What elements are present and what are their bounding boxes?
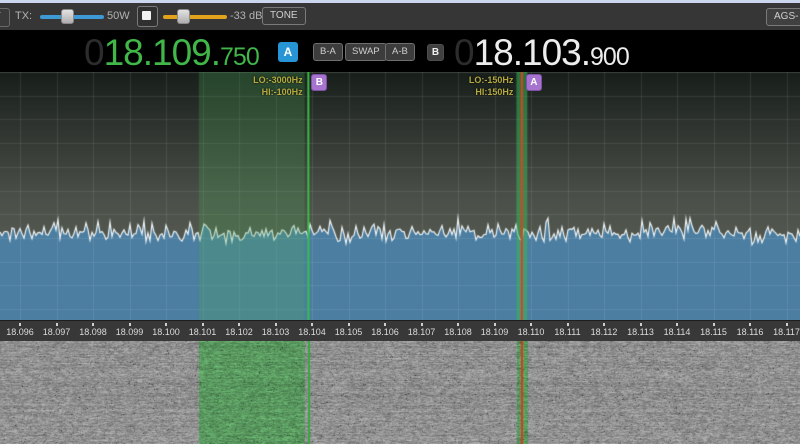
scale-tick [640,323,642,326]
b-to-a-button[interactable]: B-A [313,43,343,61]
spectrum-display: LO:-3000Hz HI:-100Hz B LO:-150Hz HI:150H… [0,72,800,320]
scale-tick [275,323,277,326]
ags-button[interactable]: AGS- [766,8,800,26]
vfo-b-leading-zero: 0 [454,32,474,74]
scale-tick [713,323,715,326]
vfo-b-button[interactable]: B [427,44,444,61]
scale-label: 18.103 [262,327,290,337]
vfo-a-minor-digits: 750 [220,43,259,72]
scale-label: 18.106 [371,327,399,337]
vfo-b-minor-digits: 900 [590,43,629,72]
scale-tick [421,323,423,326]
vfo-a-leading-zero: 0 [84,32,104,74]
scale-label: 18.105 [335,327,363,337]
scale-tick [56,323,58,326]
scale-label: 18.100 [152,327,180,337]
scale-label: 18.114 [664,327,691,337]
vfo-b-display[interactable]: 0 18.103. 900 [454,32,629,74]
scale-tick [530,323,532,326]
scale-label: 18.113 [627,327,654,337]
scale-tick [603,323,605,326]
tx-label: TX: [15,3,32,30]
scale-tick [238,323,240,326]
waterfall-canvas[interactable] [0,341,800,444]
scale-label: 18.102 [225,327,253,337]
tx-power-slider-handle[interactable] [61,9,74,24]
clipped-button[interactable]: ✓ [0,8,10,27]
scale-tick [19,323,21,326]
vfo-b-main-digits: 18.103. [474,32,590,74]
vfo-b-filter-lo-label: LO:-3000Hz [203,74,303,86]
scale-tick [457,323,459,326]
scale-label: 18.104 [298,327,326,337]
scale-label: 18.097 [43,327,71,337]
scale-tick [567,323,569,326]
tx-power-slider[interactable] [40,3,104,30]
scale-label: 18.110 [518,327,545,337]
scale-tick [676,323,678,326]
frequency-scale[interactable]: 18.09518.09618.09718.09818.09918.10018.1… [0,320,800,341]
gain-slider-track[interactable] [163,15,227,19]
vfo-a-main-digits: 18.109. [104,32,220,74]
tx-power-value: 50W [107,3,130,30]
vfo-a-badge[interactable]: A [278,42,298,62]
spectrum-canvas[interactable] [0,72,800,320]
vfo-a-filter-hi-label: HI:150Hz [413,86,513,98]
swap-button[interactable]: SWAP [345,43,387,61]
scale-tick [311,323,313,326]
vfo-a-display[interactable]: 0 18.109. 750 [84,32,259,74]
scale-tick [494,323,496,326]
scale-label: 18.108 [444,327,472,337]
sdr-panadapter-window: { "toolbar": { "clipped_glyph": "✓", "tx… [0,0,800,444]
scale-tick [786,323,788,326]
scale-label: 18.098 [79,327,107,337]
gain-slider-handle[interactable] [177,9,190,24]
scale-label: 18.112 [591,327,618,337]
scale-label: 18.115 [700,327,727,337]
vfo-a-filter-labels: LO:-150Hz HI:150Hz [413,74,513,98]
scale-label: 18.107 [408,327,436,337]
scale-tick [749,323,751,326]
scale-tick [348,323,350,326]
scale-tick [384,323,386,326]
tone-button[interactable]: TONE [262,7,306,25]
scale-tick [92,323,94,326]
scale-label: 18.117 [773,327,800,337]
vfo-b-marker-badge[interactable]: B [311,74,327,91]
scale-tick [165,323,167,326]
scale-tick [129,323,131,326]
gain-value: -33 dB [230,3,262,30]
square-icon [142,11,151,20]
vfo-b-filter-hi-label: HI:-100Hz [203,86,303,98]
scale-label: 18.111 [554,327,580,337]
gain-slider[interactable] [163,3,227,30]
a-to-b-button[interactable]: A-B [385,43,415,61]
square-indicator-button[interactable] [137,6,158,27]
scale-label: 18.116 [737,327,764,337]
scale-label: 18.096 [6,327,34,337]
vfo-b-filter-labels: LO:-3000Hz HI:-100Hz [203,74,303,98]
frequency-bar: 0 18.109. 750 A B-A SWAP A-B B 0 18.103.… [0,30,800,72]
scale-label: 18.109 [481,327,509,337]
vfo-a-marker-badge[interactable]: A [526,74,542,91]
scale-label: 18.101 [189,327,217,337]
vfo-a-filter-lo-label: LO:-150Hz [413,74,513,86]
scale-tick [202,323,204,326]
toolbar: ✓ TX: 50W -33 dB TONE AGS- [0,3,800,31]
scale-label: 18.099 [116,327,144,337]
